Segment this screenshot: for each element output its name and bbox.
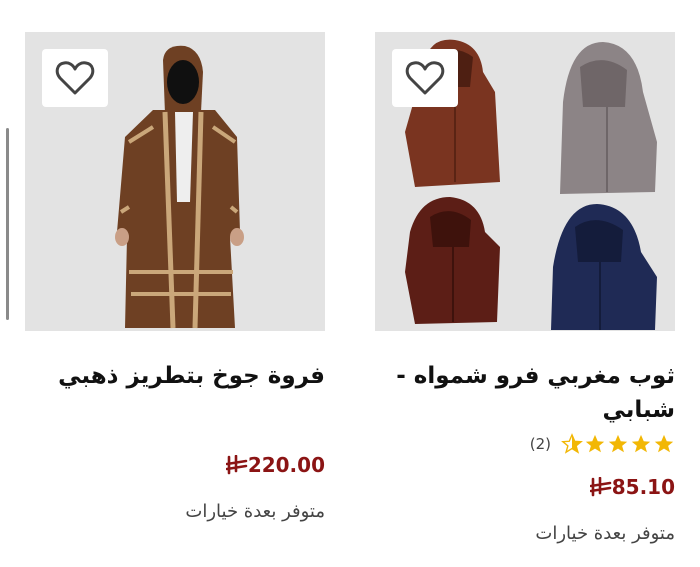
product-title[interactable]: ثوب مغربي فرو شمواه - شبابي	[375, 359, 675, 427]
product-card[interactable]: ثوب مغربي فرو شمواه - شبابي (2) 85.10 مت…	[375, 32, 675, 544]
product-rating: (2)	[375, 433, 675, 455]
product-price: 220.00	[25, 453, 325, 477]
heart-icon	[55, 61, 95, 95]
wishlist-button[interactable]	[42, 49, 108, 107]
product-title[interactable]: فروة جوخ بتطريز ذهبي	[25, 359, 325, 393]
price-value: 220.00	[247, 453, 325, 477]
riyal-icon	[589, 477, 612, 497]
star-half-icon	[561, 433, 583, 454]
scroll-indicator[interactable]	[6, 128, 9, 320]
product-image[interactable]	[25, 32, 325, 331]
availability-text: متوفر بعدة خيارات	[185, 501, 325, 522]
price-value: 85.10	[611, 475, 675, 499]
star-icon	[631, 434, 651, 453]
product-card[interactable]: فروة جوخ بتطريز ذهبي 220.00 متوفر بعدة خ…	[25, 32, 325, 522]
riyal-icon	[225, 455, 248, 475]
star-icon	[654, 434, 674, 453]
product-price: 85.10	[375, 475, 675, 499]
star-icon	[585, 434, 605, 453]
rating-count: (2)	[529, 435, 551, 453]
availability-text: متوفر بعدة خيارات	[535, 523, 675, 544]
rating-stars	[561, 433, 675, 455]
heart-icon	[405, 61, 445, 95]
wishlist-button[interactable]	[392, 49, 458, 107]
star-icon	[608, 434, 628, 453]
product-image[interactable]	[375, 32, 675, 331]
